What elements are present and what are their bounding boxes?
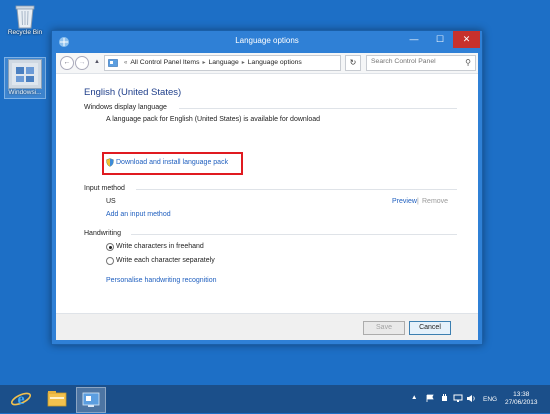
recycle-bin-icon [14, 3, 36, 29]
download-language-pack-link[interactable]: Download and install language pack [116, 159, 228, 166]
internet-explorer-icon: e [10, 391, 32, 408]
save-button[interactable]: Save [363, 321, 405, 335]
freehand-label[interactable]: Write characters in freehand [116, 243, 204, 250]
folder-icon [47, 391, 67, 407]
show-hidden-icons-button[interactable]: ▲ [411, 394, 417, 401]
minimize-button[interactable]: — [401, 31, 427, 48]
input-method-heading: Input method [84, 185, 125, 192]
title-bar[interactable]: Language options — ☐ ✕ [52, 31, 482, 53]
section-divider [179, 108, 457, 109]
link-divider: | [417, 198, 419, 205]
volume-icon[interactable] [466, 394, 476, 403]
language-options-window: Language options — ☐ ✕ ← → ▲ «All Contro… [51, 30, 483, 345]
section-divider [131, 234, 457, 235]
breadcrumb-all-control-panel-items[interactable]: All Control Panel Items [130, 59, 199, 66]
clock-time: 13:38 [513, 391, 530, 398]
language-pack-notice: A language pack for English (United Stat… [106, 116, 321, 123]
clock-date: 27/06/2013 [505, 399, 538, 406]
installer-file-icon [8, 59, 42, 89]
refresh-button[interactable]: ↻ [345, 55, 361, 71]
internet-explorer-taskbar-button[interactable]: e [8, 387, 34, 411]
breadcrumb-separator: « [124, 60, 128, 66]
installer-desktop-icon[interactable]: Windowsi... [2, 57, 48, 99]
forward-button[interactable]: → [75, 56, 89, 70]
add-input-method-link[interactable]: Add an input method [106, 211, 171, 218]
section-divider [136, 189, 457, 190]
breadcrumb-language[interactable]: Language [209, 59, 239, 66]
clock[interactable]: 13:38 27/06/2013 [505, 391, 538, 407]
main-content: English (United States) Windows display … [56, 74, 478, 313]
control-panel-taskbar-icon [82, 392, 100, 407]
control-panel-taskbar-button[interactable] [76, 387, 106, 413]
input-language-indicator[interactable]: ENG [483, 396, 497, 403]
preview-link[interactable]: Preview [392, 198, 417, 205]
breadcrumb-separator: ▸ [202, 60, 206, 66]
svg-text:e: e [17, 391, 24, 408]
power-plug-icon[interactable] [440, 394, 449, 403]
search-input[interactable] [371, 58, 456, 65]
display-language-heading: Windows display language [84, 104, 167, 111]
breadcrumb: «All Control Panel Items ▸ Language ▸ Langua… [121, 59, 302, 66]
cancel-button[interactable]: Cancel [409, 321, 451, 335]
address-bar[interactable]: «All Control Panel Items ▸ Language ▸ Langua… [104, 55, 383, 71]
freehand-radio[interactable] [106, 243, 114, 251]
network-icon[interactable] [453, 394, 463, 403]
breadcrumb-separator: ▸ [241, 60, 245, 66]
search-icon[interactable]: ⚲ [465, 58, 471, 67]
uac-shield-icon [106, 158, 114, 167]
separately-label[interactable]: Write each character separately [116, 257, 215, 264]
input-method-us: US [106, 198, 116, 205]
up-button[interactable]: ▲ [92, 57, 102, 69]
taskbar: e ▲ ENG 13:38 27/06/2013 [0, 385, 550, 413]
breadcrumb-language-options[interactable]: Language options [248, 59, 302, 66]
navigation-bar: ← → ▲ «All Control Panel Items ▸ Language ▸… [56, 53, 478, 74]
personalise-handwriting-link[interactable]: Personalise handwriting recognition [106, 277, 217, 284]
search-box[interactable]: ⚲ [366, 55, 476, 71]
file-explorer-taskbar-button[interactable] [44, 387, 70, 411]
close-button[interactable]: ✕ [453, 31, 480, 48]
action-center-flag-icon[interactable] [426, 394, 435, 403]
separately-radio[interactable] [106, 257, 114, 265]
back-button[interactable]: ← [60, 56, 74, 70]
control-panel-address-icon [108, 59, 118, 67]
maximize-button[interactable]: ☐ [427, 31, 453, 48]
page-title: English (United States) [84, 87, 182, 98]
recycle-bin-label: Recycle Bin [7, 29, 43, 36]
handwriting-heading: Handwriting [84, 230, 121, 237]
recycle-bin-desktop-icon[interactable]: Recycle Bin [2, 3, 48, 37]
dialog-footer: Save Cancel [56, 313, 478, 340]
remove-link[interactable]: Remove [422, 198, 448, 205]
